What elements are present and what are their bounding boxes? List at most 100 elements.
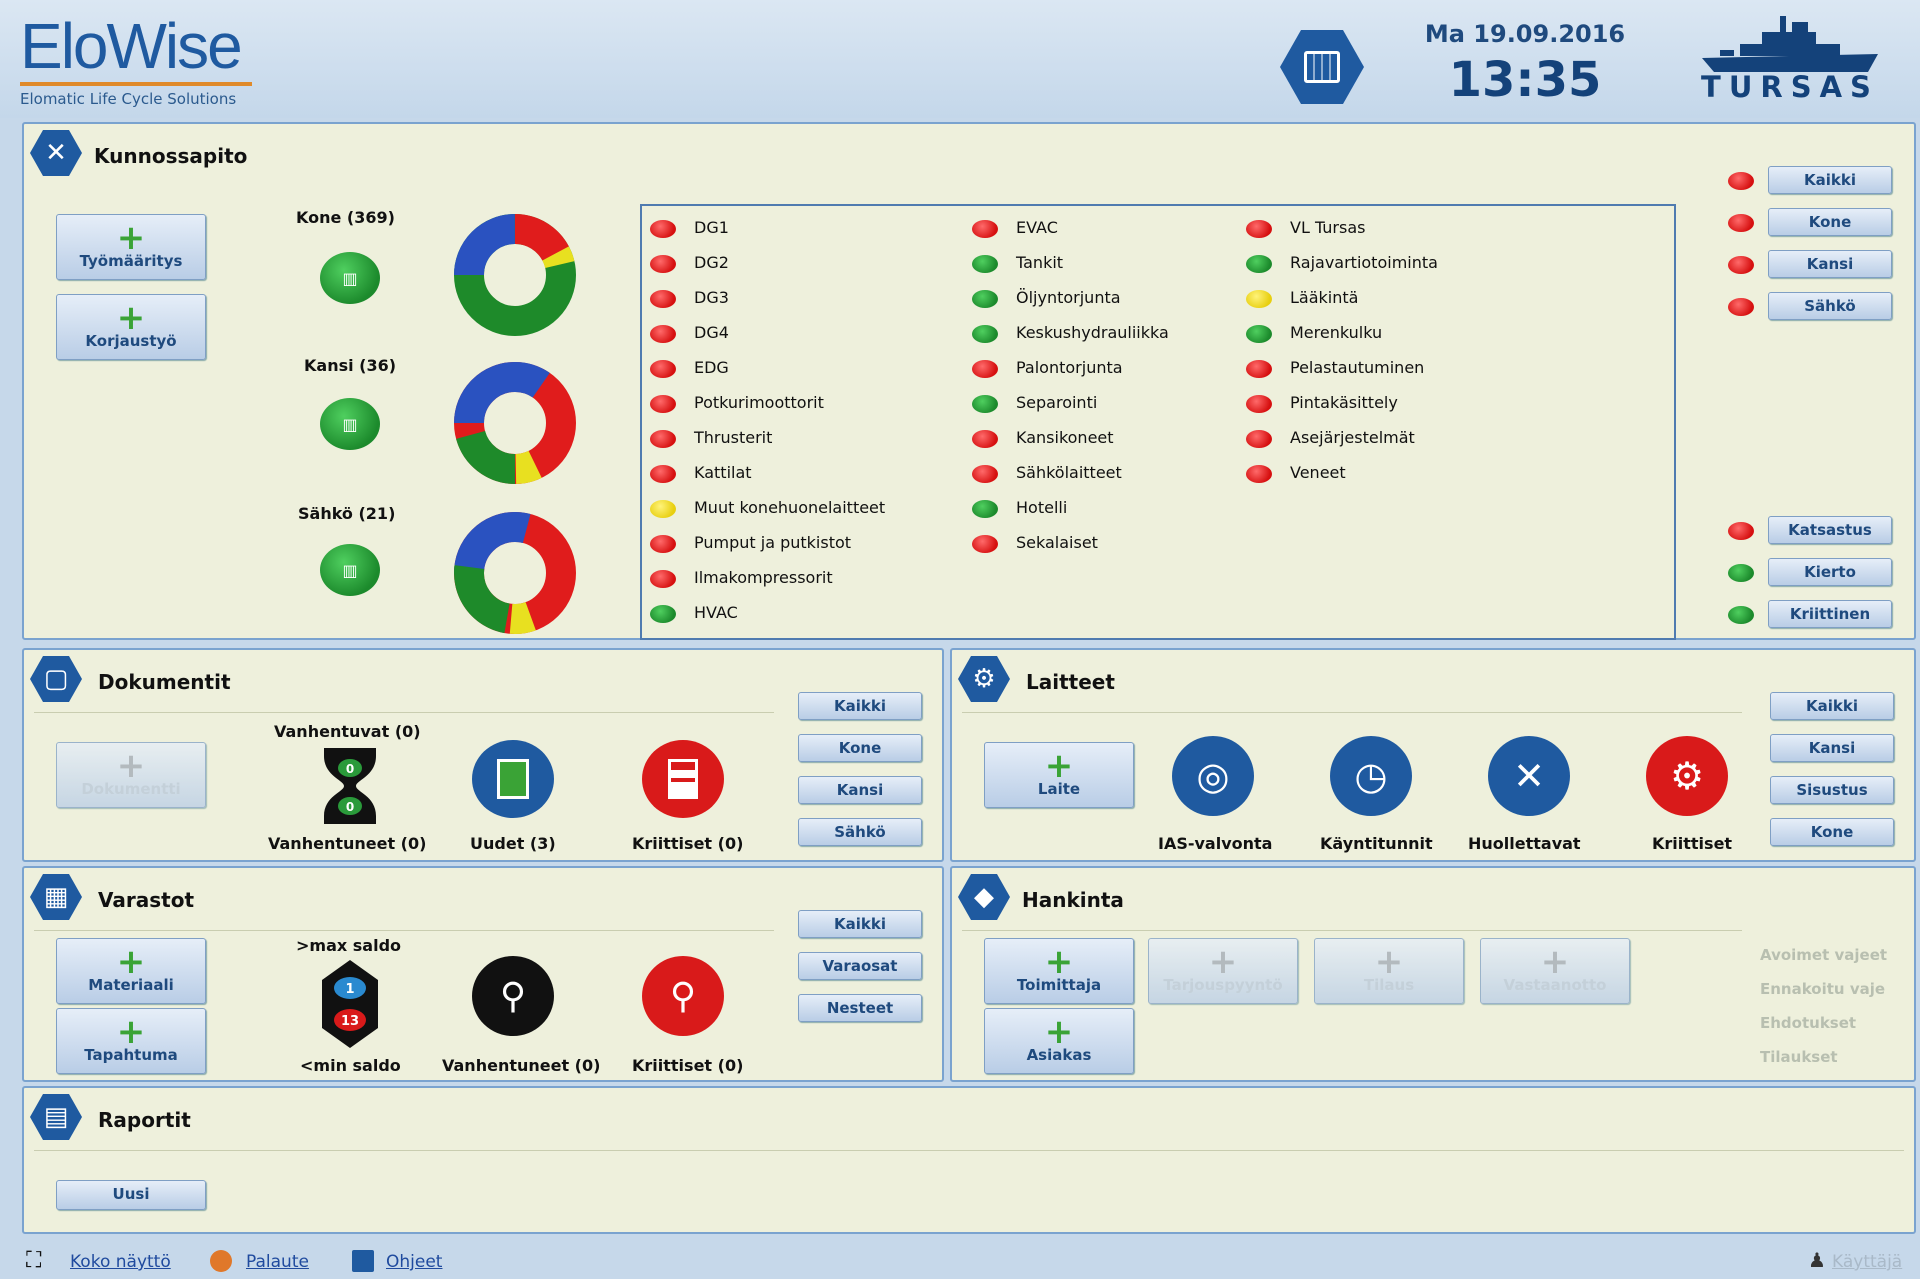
sahko-donut-chart xyxy=(454,512,576,634)
doc-filter-sahko[interactable]: Sähkö xyxy=(798,818,922,846)
calendar-icon[interactable] xyxy=(1280,30,1364,104)
hourglass-icon[interactable]: 0 0 xyxy=(320,746,380,826)
status-label: EVAC xyxy=(1016,218,1058,237)
help-link[interactable]: Ohjeet xyxy=(386,1252,442,1272)
device-filter-kaikki[interactable]: Kaikki xyxy=(1770,692,1894,720)
user-icon[interactable]: ♟ xyxy=(1808,1248,1826,1272)
status-label: Keskushydrauliikka xyxy=(1016,323,1169,342)
status-label: Tankit xyxy=(1016,253,1064,272)
status-dot-icon xyxy=(650,290,676,308)
customer-button[interactable]: + Asiakas xyxy=(984,1008,1134,1074)
receipt-button: + Vastaanotto xyxy=(1480,938,1630,1004)
quote-request-button: + Tarjouspyyntö xyxy=(1148,938,1298,1004)
add-device-button[interactable]: + Laite xyxy=(984,742,1134,808)
tyomaaritys-button[interactable]: + Työmääritys xyxy=(56,214,206,280)
critical-gear-icon[interactable]: ⚙ xyxy=(1646,736,1728,816)
status-dot-icon xyxy=(972,360,998,378)
proposals-link[interactable]: Ehdotukset xyxy=(1760,1014,1856,1032)
procurement-icon: ◆ xyxy=(958,874,1010,920)
status-dot-icon xyxy=(1246,325,1272,343)
stock-filter-varaosat[interactable]: Varaosat xyxy=(798,952,922,980)
status-dot-icon xyxy=(650,605,676,623)
system-status-box: DG1 DG2 DG3 DG4 EDG Potkurimoottorit Thrusteri… xyxy=(640,204,1676,640)
doc-filter-kone[interactable]: Kone xyxy=(798,734,922,762)
open-shortage-link[interactable]: Avoimet vajeet xyxy=(1760,946,1887,964)
warehouse-icon: ▦ xyxy=(30,874,82,920)
filter-status-dot-icon xyxy=(1728,564,1754,582)
help-icon[interactable] xyxy=(352,1250,374,1272)
maintenance-filter-button[interactable]: Kaikki xyxy=(1768,166,1892,194)
device-filter-kansi[interactable]: Kansi xyxy=(1770,734,1894,762)
stock-filter-nesteet[interactable]: Nesteet xyxy=(798,994,922,1022)
hourglass-bottom-count: 0 xyxy=(346,800,354,814)
filter-status-dot-icon xyxy=(1728,606,1754,624)
panel-title: Laitteet xyxy=(1026,670,1115,694)
header-time: 13:35 xyxy=(1448,52,1602,108)
logo-underline xyxy=(20,82,252,86)
stock-balance-icon[interactable]: 1 13 xyxy=(318,958,382,1050)
maintenance-filter-button[interactable]: Kone xyxy=(1768,208,1892,236)
maintenance-filter-button[interactable]: Kriittinen xyxy=(1768,600,1892,628)
max-balance-count: 1 xyxy=(345,982,354,997)
new-report-button[interactable]: Uusi xyxy=(56,1180,206,1210)
doc-filter-kaikki[interactable]: Kaikki xyxy=(798,692,922,720)
filter-status-dot-icon xyxy=(1728,172,1754,190)
device-filter-sisustus[interactable]: Sisustus xyxy=(1770,776,1894,804)
new-documents-icon[interactable] xyxy=(472,740,554,818)
wrench-icon[interactable]: ✕ xyxy=(1488,736,1570,816)
status-dot-icon xyxy=(650,255,676,273)
status-label: Kansikoneet xyxy=(1016,428,1114,447)
critical-stock-icon[interactable]: ⚲ xyxy=(642,956,724,1036)
maintenance-filter-button[interactable]: Kierto xyxy=(1768,558,1892,586)
panel-title: Kunnossapito xyxy=(94,144,248,168)
critical-documents-icon[interactable] xyxy=(642,740,724,818)
status-dot-icon xyxy=(1246,430,1272,448)
fullscreen-icon[interactable]: ⛶ xyxy=(26,1248,41,1273)
kansi-count-label: Kansi (36) xyxy=(304,356,397,375)
sahko-chart-icon[interactable]: ▥ xyxy=(320,544,380,596)
status-label: Sähkölaitteet xyxy=(1016,463,1122,482)
tools-icon: ✕ xyxy=(30,130,82,176)
status-dot-icon xyxy=(972,395,998,413)
status-label: DG2 xyxy=(694,253,729,272)
kone-count-label: Kone (369) xyxy=(296,208,395,227)
logo-text: EloWise xyxy=(20,10,243,82)
status-dot-icon xyxy=(650,570,676,588)
status-dot-icon xyxy=(650,395,676,413)
panel-title: Raportit xyxy=(98,1108,191,1132)
feedback-link[interactable]: Palaute xyxy=(246,1252,309,1272)
feedback-icon[interactable] xyxy=(210,1250,232,1272)
user-link[interactable]: Käyttäjä xyxy=(1832,1252,1902,1272)
maintenance-filter-button[interactable]: Sähkö xyxy=(1768,292,1892,320)
maintenance-filter-button[interactable]: Katsastus xyxy=(1768,516,1892,544)
min-balance-count: 13 xyxy=(341,1014,359,1029)
fullscreen-link[interactable]: Koko näyttö xyxy=(70,1252,171,1272)
forecast-shortage-link[interactable]: Ennakoitu vaje xyxy=(1760,980,1885,998)
panel-title: Varastot xyxy=(98,888,195,912)
logo-subtitle: Elomatic Life Cycle Solutions xyxy=(20,90,237,108)
maintenance-filter-button[interactable]: Kansi xyxy=(1768,250,1892,278)
status-label: Ilmakompressorit xyxy=(694,568,833,587)
status-dot-icon xyxy=(650,360,676,378)
kone-chart-icon[interactable]: ▥ xyxy=(320,252,380,304)
event-button[interactable]: + Tapahtuma xyxy=(56,1008,206,1074)
orders-link[interactable]: Tilaukset xyxy=(1760,1048,1838,1066)
report-icon: ▤ xyxy=(30,1094,82,1140)
header-bar: EloWise Elomatic Life Cycle Solutions Ma… xyxy=(0,0,1920,118)
material-button[interactable]: + Materiaali xyxy=(56,938,206,1004)
kansi-chart-icon[interactable]: ▥ xyxy=(320,398,380,450)
korjaustyo-button[interactable]: + Korjaustyö xyxy=(56,294,206,360)
doc-filter-kansi[interactable]: Kansi xyxy=(798,776,922,804)
stock-filter-kaikki[interactable]: Kaikki xyxy=(798,910,922,938)
wifi-icon[interactable]: ◎ xyxy=(1172,736,1254,816)
status-dot-icon xyxy=(1246,360,1272,378)
device-filter-kone[interactable]: Kone xyxy=(1770,818,1894,846)
expired-stock-icon[interactable]: ⚲ xyxy=(472,956,554,1036)
order-button: + Tilaus xyxy=(1314,938,1464,1004)
status-label: Pelastautuminen xyxy=(1290,358,1425,377)
supplier-button[interactable]: + Toimittaja xyxy=(984,938,1134,1004)
status-label: Veneet xyxy=(1290,463,1346,482)
clock-icon[interactable]: ◷ xyxy=(1330,736,1412,816)
status-label: Hotelli xyxy=(1016,498,1068,517)
status-label: Kattilat xyxy=(694,463,752,482)
